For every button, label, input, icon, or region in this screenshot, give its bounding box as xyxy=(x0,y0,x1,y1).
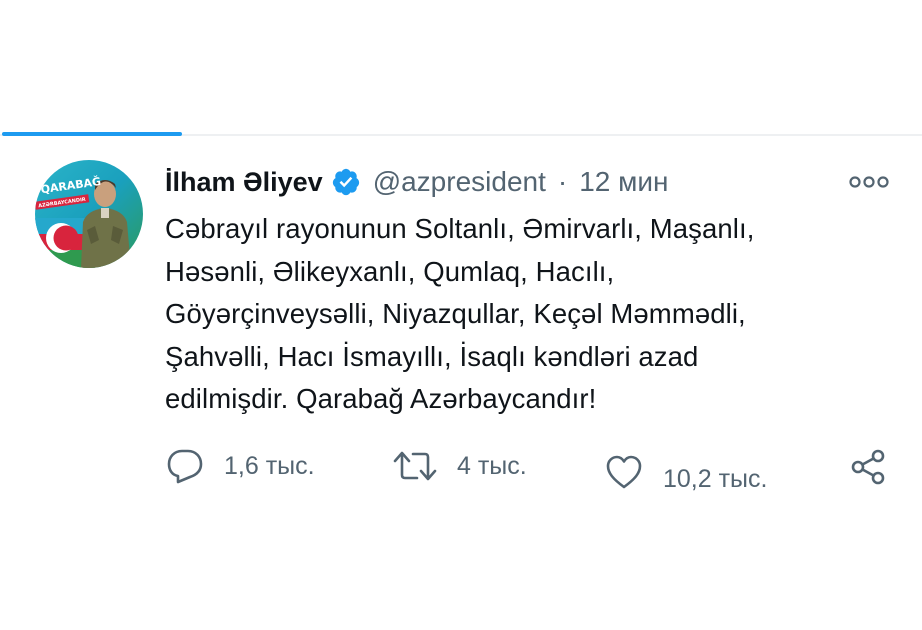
heart-icon xyxy=(606,455,642,488)
tweet-text: Cəbrayıl rayonunun Soltanlı, Əmirvarlı, … xyxy=(165,208,885,421)
tweet-text-line: Şahvəlli, Hacı İsmayıllı, İsaqlı kəndlər… xyxy=(165,340,699,372)
verified-badge-icon xyxy=(332,168,359,196)
like-button[interactable]: 10,2 тыс. xyxy=(605,449,767,494)
reply-icon xyxy=(167,449,203,484)
tweet[interactable]: QARABAĞ AZƏRBAYCANDIR İlham Əliyev @azpr… xyxy=(0,136,922,516)
like-count: 10,2 тыс. xyxy=(663,465,768,493)
tweet-text-line: Göyərçinveysəlli, Niyazqullar, Keçəl Məm… xyxy=(165,298,746,329)
share-button[interactable] xyxy=(850,448,888,486)
retweet-icon xyxy=(393,451,437,481)
avatar[interactable]: QARABAĞ AZƏRBAYCANDIR xyxy=(35,160,143,268)
separator-dot: · xyxy=(557,166,568,197)
tweet-text-line: Həsənli, Əlikeyxanlı, Qumlaq, Hacılı, xyxy=(165,255,615,287)
share-icon xyxy=(851,449,885,485)
tweet-text-line: edilmişdir. Qarabağ Azərbaycandır! xyxy=(165,383,597,414)
tweet-text-line: Cəbrayıl rayonunun Soltanlı, Əmirvarlı, … xyxy=(165,213,755,244)
avatar-image: QARABAĞ AZƏRBAYCANDIR xyxy=(35,160,143,268)
reply-count: 1,6 тыс. xyxy=(224,451,315,480)
retweet-button[interactable]: 4 тыс. xyxy=(393,449,527,483)
tweet-header: İlham Əliyev @azpresident · 12 мин xyxy=(165,164,668,200)
retweet-count: 4 тыс. xyxy=(457,451,527,480)
reply-button[interactable]: 1,6 тыс. xyxy=(166,448,315,484)
tweet-screen: QARABAĞ AZƏRBAYCANDIR İlham Əliyev @azpr… xyxy=(0,0,922,630)
timestamp[interactable]: 12 мин xyxy=(579,166,668,198)
more-icon[interactable] xyxy=(849,172,889,192)
display-name[interactable]: İlham Əliyev xyxy=(165,167,323,198)
handle[interactable]: @azpresident xyxy=(373,166,546,198)
